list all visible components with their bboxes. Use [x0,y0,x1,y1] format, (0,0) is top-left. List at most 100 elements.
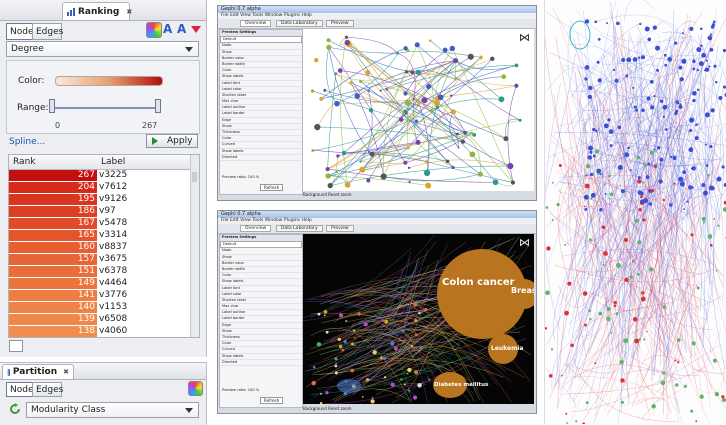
ranking-close-icon[interactable]: ✖ [126,8,132,16]
graph-node [324,310,328,314]
table-row[interactable]: 204v7612 [9,182,191,193]
table-row[interactable]: 167v5478 [9,218,191,229]
rank-value: 204 [9,182,97,193]
partition-tab[interactable]: Partition ✖ [2,364,74,379]
data-lab-button[interactable]: Data Laboratory [276,225,323,232]
scroll-thumb[interactable] [192,172,197,182]
refresh-button[interactable]: Refresh [260,184,283,191]
settings-list: NodeShowBorder colorBorder widthColorSho… [220,43,302,161]
apply-button[interactable]: Apply [146,134,198,148]
table-row[interactable]: 160v8837 [9,242,191,253]
graph-node [419,347,422,350]
graph-node [620,378,624,382]
chevron-down-icon [185,408,193,413]
table-row[interactable]: 267v3225 [9,170,191,181]
large-graph-view[interactable] [544,0,726,424]
graph-node [545,327,547,329]
graph-node [334,72,337,75]
table-scrollbar[interactable] [190,155,199,337]
data-lab-button[interactable]: Data Laboratory [276,20,323,27]
label-color-icon[interactable] [191,26,201,33]
graph-node [616,22,620,26]
table-row[interactable]: 139v6508 [9,314,191,325]
graph-node [313,366,316,369]
graph-node [701,183,705,187]
graph-node [326,331,329,334]
graph-node [593,154,596,157]
partition-tab-edges[interactable]: Edges [32,382,62,397]
graph-node [642,218,645,221]
graph-node [365,70,370,75]
size-a-icon[interactable]: A [163,22,172,36]
graph-node [590,173,594,177]
ranking-tab[interactable]: Ranking ✖ [62,2,130,20]
graph-node [623,338,628,343]
partition-attribute-select[interactable]: Modularity Class [26,402,199,418]
graph-node [456,133,459,136]
graph-node [599,208,602,211]
graph-node [514,84,518,88]
label-size-a-icon[interactable]: A [177,22,186,36]
rank-value: 140 [9,302,97,313]
partition-color-icon[interactable] [188,381,203,396]
preview-button[interactable]: Preview [326,20,354,27]
settings-row[interactable]: Directed [220,155,302,161]
settings-row[interactable]: Directed [220,360,302,366]
table-row[interactable]: 157v3675 [9,254,191,265]
preset-select[interactable]: Default [220,36,302,43]
graph-node [672,156,676,160]
partition-attribute-value: Modularity Class [31,405,105,415]
table-row[interactable]: 141v3776 [9,290,191,301]
overview-button[interactable]: Overview [240,20,271,27]
range-max-handle[interactable] [155,99,161,113]
color-gradient-bar[interactable] [55,76,163,86]
graph-preview-dark[interactable]: Colon cancer Breast Leukemia Diabetes me… [303,234,534,404]
table-row[interactable]: 151v6378 [9,266,191,277]
preset-select[interactable]: Default [220,241,302,248]
graph-node [618,126,621,129]
list-view-icon[interactable] [9,340,23,352]
table-row[interactable]: 165v3314 [9,230,191,241]
graph-edge [560,365,675,389]
preview-button[interactable]: Preview [326,225,354,232]
attribute-select[interactable]: Degree [6,41,199,57]
refresh-icon[interactable] [9,403,21,415]
range-slider-track[interactable] [51,107,159,109]
graph-node [345,182,351,188]
table-row[interactable]: 195v9126 [9,194,191,205]
graph-node [585,65,590,70]
graph-node [327,38,331,42]
graph-node [627,146,630,149]
graph-edge [651,182,661,415]
graph-node [454,78,457,81]
graph-node [664,54,667,57]
table-row[interactable]: 138v4060 [9,326,191,337]
diabetes-label: Diabetes mellitus [434,382,488,388]
rank-value: 157 [9,254,97,265]
graph-node [653,95,655,97]
graph-node [647,38,651,42]
graph-node [718,96,722,100]
graph-node [690,233,693,236]
graph-node [591,193,596,198]
graph-node [325,173,330,178]
graph-node [323,89,326,92]
table-row[interactable]: 186v97 [9,206,191,217]
refresh-button[interactable]: Refresh [260,397,283,404]
graph-preview-light[interactable]: ⋈ [303,29,534,191]
gephi-logo-icon: ⋈ [519,236,530,249]
tab-edges[interactable]: Edges [32,23,62,40]
table-row[interactable]: 140v1153 [9,302,191,313]
graph-node [713,21,716,24]
graph-node [630,276,633,279]
table-row[interactable]: 149v4464 [9,278,191,289]
graph-node [705,143,707,145]
graph-node [709,145,712,148]
spline-link[interactable]: Spline... [9,137,45,147]
node-label: v1153 [99,302,127,313]
overview-button[interactable]: Overview [240,225,271,232]
color-wheel-icon[interactable] [146,22,162,38]
range-min-handle[interactable] [49,99,55,113]
graph-node [691,167,693,169]
partition-close-icon[interactable]: ✖ [63,368,69,376]
